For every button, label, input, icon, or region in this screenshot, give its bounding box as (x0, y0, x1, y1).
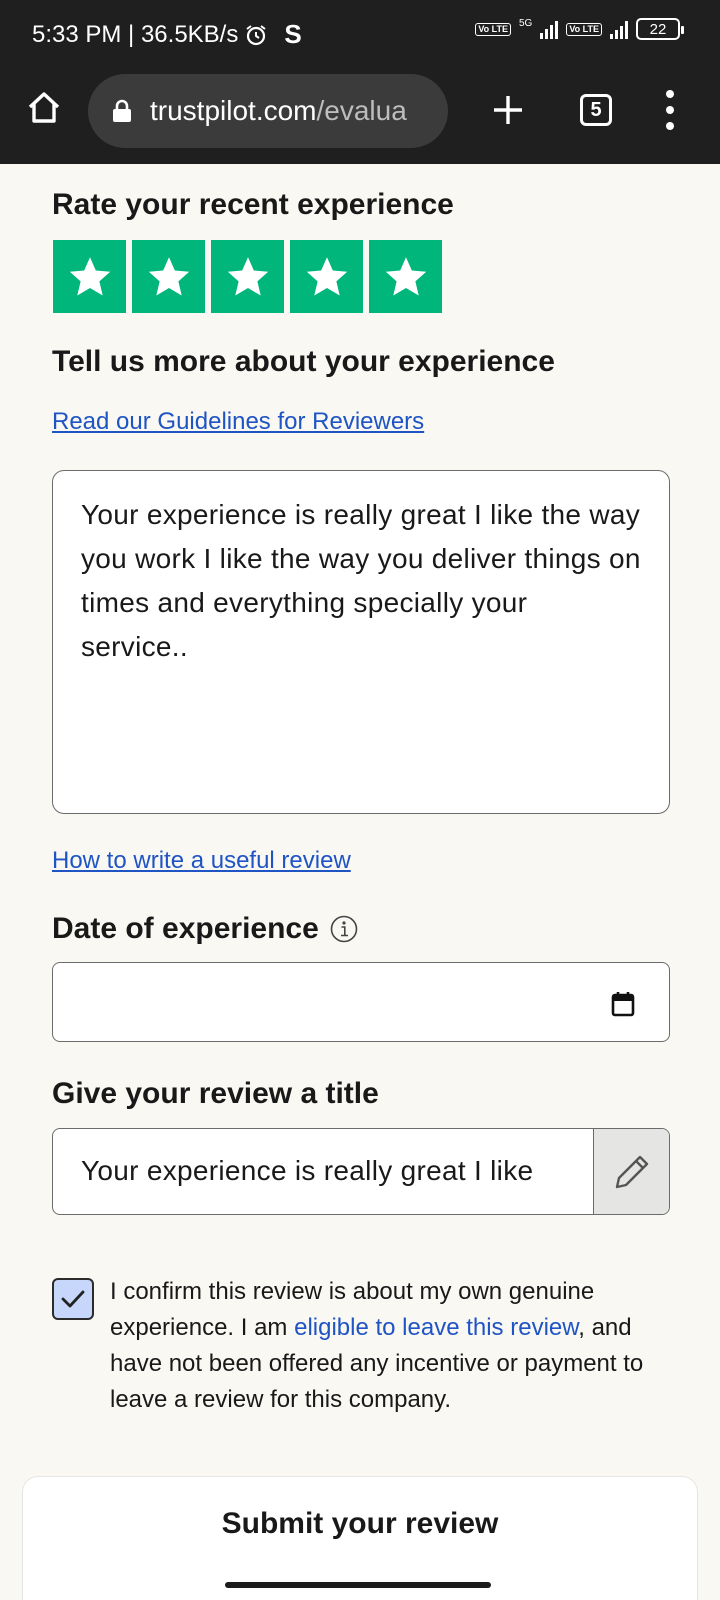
browser-toolbar: trustpilot.com/evalua 5 (0, 66, 720, 164)
star-3[interactable] (211, 240, 284, 313)
status-time-speed: 5:33 PM | 36.5KB/s (32, 20, 239, 48)
alarm-icon (246, 24, 266, 45)
confirm-checkbox[interactable] (52, 1278, 94, 1320)
star-icon (148, 256, 189, 296)
calendar-icon[interactable] (611, 991, 635, 1017)
title-input[interactable]: Your experience is really great I like (52, 1128, 670, 1215)
eligible-link[interactable]: eligible to leave this review (294, 1314, 578, 1341)
star-icon (227, 256, 268, 296)
pencil-icon (615, 1155, 648, 1188)
tabs-button[interactable]: 5 (580, 94, 612, 126)
info-icon[interactable] (329, 914, 359, 944)
star-4[interactable] (290, 240, 363, 313)
network-generation: 5G (518, 17, 533, 29)
url-domain: trustpilot.com (150, 95, 317, 126)
star-5[interactable] (369, 240, 442, 313)
edit-title-button[interactable] (593, 1129, 669, 1214)
confirm-text: I confirm this review is about my own ge… (110, 1274, 670, 1418)
how-to-write-link[interactable]: How to write a useful review (52, 847, 351, 875)
date-input[interactable] (52, 962, 670, 1042)
battery-level: 22 (649, 20, 667, 38)
submit-review-button[interactable]: Submit your review (23, 1507, 697, 1541)
volte-icon: Vo LTE (475, 22, 511, 36)
title-heading: Give your review a title (52, 1077, 379, 1110)
signal-icon-2 (610, 19, 628, 39)
title-value: Your experience is really great I like (81, 1155, 534, 1186)
review-textarea[interactable]: Your experience is really great I like t… (52, 470, 670, 814)
plus-icon[interactable] (488, 90, 528, 130)
signal-icon (540, 19, 559, 39)
tab-count: 5 (590, 98, 602, 121)
star-rating[interactable] (53, 240, 442, 313)
address-bar[interactable]: trustpilot.com/evalua (88, 74, 448, 148)
experience-heading: Tell us more about your experience (52, 345, 555, 378)
status-bar: 5:33 PM | 36.5KB/s S Vo LTE 5G Vo LTE 22 (0, 0, 720, 66)
guidelines-link[interactable]: Read our Guidelines for Reviewers (52, 408, 424, 436)
more-vert-icon[interactable] (660, 90, 680, 130)
battery-icon: 22 (636, 18, 684, 40)
url-path: /evalua (316, 95, 407, 126)
lock-icon (113, 99, 131, 122)
star-icon (385, 256, 426, 296)
date-heading: Date of experience (52, 912, 319, 945)
star-icon (69, 256, 110, 296)
status-left: 5:33 PM | 36.5KB/s S (32, 19, 302, 50)
url-text: trustpilot.com/evalua (150, 95, 407, 127)
home-icon[interactable] (24, 88, 64, 128)
gesture-home-indicator[interactable] (225, 1582, 491, 1588)
volte-icon-2: Vo LTE (566, 22, 602, 36)
status-right: Vo LTE 5G Vo LTE 22 (475, 17, 684, 40)
rating-heading: Rate your recent experience (52, 188, 454, 221)
review-text: Your experience is really great I like t… (81, 499, 641, 662)
star-icon (306, 256, 347, 296)
star-2[interactable] (132, 240, 205, 313)
star-1[interactable] (53, 240, 126, 313)
app-notification-icon: S (284, 19, 302, 49)
date-heading-row: Date of experience (52, 912, 359, 946)
checkmark-icon (61, 1290, 85, 1308)
